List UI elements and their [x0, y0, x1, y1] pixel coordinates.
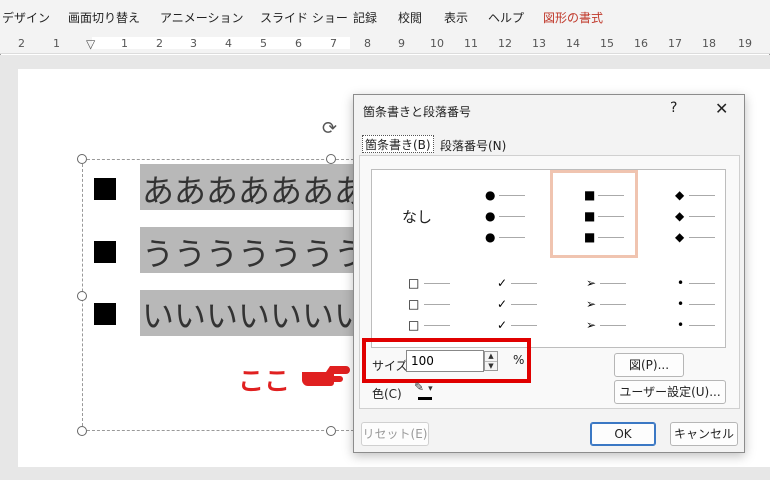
- help-button[interactable]: ?: [670, 100, 677, 116]
- menu-slideshow[interactable]: スライド ショー: [260, 9, 348, 26]
- bullet-option-square[interactable]: ■ ■ ■: [550, 170, 638, 258]
- bullet-option-hollow-square[interactable]: □ □ □: [372, 260, 460, 348]
- square-bullet-icon: ■: [584, 209, 596, 223]
- diamond-bullet-icon: ◆: [675, 230, 685, 244]
- resize-handle[interactable]: [77, 154, 87, 164]
- ruler-number: 15: [600, 37, 614, 50]
- small-dot-bullet-icon: •: [677, 297, 685, 311]
- square-bullet-icon: [94, 241, 116, 263]
- ruler-number: 10: [430, 37, 444, 50]
- menu-record[interactable]: 記録: [353, 9, 377, 26]
- menu-transitions[interactable]: 画面切り替え: [68, 9, 140, 26]
- indent-marker-icon[interactable]: ▽: [86, 37, 95, 51]
- arrow-bullet-icon: ➢: [586, 276, 597, 290]
- bullet-option-circle[interactable]: ● ● ●: [461, 170, 549, 258]
- hollow-square-bullet-icon: □: [408, 276, 420, 290]
- cancel-button[interactable]: キャンセル: [670, 422, 738, 446]
- ruler-text-area: [92, 37, 350, 49]
- bullet-option-checkmark[interactable]: ✓ ✓ ✓: [461, 260, 549, 348]
- color-swatch: [418, 397, 432, 400]
- menu-design[interactable]: デザイン: [2, 9, 50, 26]
- ruler-number: 11: [464, 37, 478, 50]
- tab-numbering[interactable]: 段落番号(N): [440, 137, 506, 154]
- slide-text-line[interactable]: いいいいいいい: [142, 291, 354, 337]
- ruler-number: 19: [738, 37, 752, 50]
- small-dot-bullet-icon: •: [677, 276, 685, 290]
- ruler-number: 2: [18, 37, 25, 50]
- menu-help[interactable]: ヘルプ: [488, 9, 524, 26]
- square-bullet-icon: ■: [584, 230, 596, 244]
- ruler-number: 13: [532, 37, 546, 50]
- custom-button[interactable]: ユーザー設定(U)...: [614, 380, 726, 404]
- horizontal-ruler: 2 1 ▽ 1 2 3 4 5 6 7 8 9 10 11 12 13 14 1…: [0, 32, 770, 54]
- menu-animations[interactable]: アニメーション: [160, 9, 244, 26]
- ruler-number: 4: [225, 37, 232, 50]
- diamond-bullet-icon: ◆: [675, 188, 685, 202]
- close-icon[interactable]: ✕: [715, 99, 728, 118]
- tab-bullets[interactable]: 箇条書き(B): [362, 135, 434, 153]
- circle-bullet-icon: ●: [485, 230, 496, 244]
- ruler-number: 14: [566, 37, 580, 50]
- highlight-box: [362, 338, 531, 383]
- hollow-square-bullet-icon: □: [408, 297, 420, 311]
- ruler-number: 9: [398, 37, 405, 50]
- slide-text-line[interactable]: あああああああ: [142, 166, 354, 212]
- resize-handle[interactable]: [326, 154, 336, 164]
- chevron-down-icon: ▾: [428, 384, 433, 394]
- menu-shape-format[interactable]: 図形の書式: [543, 9, 603, 26]
- checkmark-bullet-icon: ✓: [497, 297, 508, 311]
- ribbon-menu-bar: デザイン 画面切り替え アニメーション スライド ショー 記録 校閲 表示 ヘル…: [0, 0, 770, 32]
- ruler-number: 7: [330, 37, 337, 50]
- annotation-label: ここ: [238, 367, 291, 397]
- dialog-title: 箇条書きと段落番号: [363, 105, 472, 119]
- pointing-hand-icon: [302, 366, 350, 386]
- menu-review[interactable]: 校閲: [398, 9, 422, 26]
- paint-bucket-icon: ✎: [414, 380, 425, 394]
- checkmark-bullet-icon: ✓: [497, 318, 508, 332]
- color-label: 色(C): [372, 387, 402, 401]
- none-label: なし: [402, 208, 433, 226]
- resize-handle[interactable]: [326, 426, 336, 436]
- bullet-option-diamond[interactable]: ◆ ◆ ◆: [639, 170, 727, 258]
- small-dot-bullet-icon: •: [677, 318, 685, 332]
- slide-text-line[interactable]: うううううううう: [142, 229, 354, 275]
- checkmark-bullet-icon: ✓: [497, 276, 508, 290]
- bullet-style-grid: なし ● ● ● ■ ■ ■ ◆ ◆ ◆ □ □ □ ✓ ✓ ✓ ➢ ➢ ➢ •…: [371, 169, 726, 348]
- diamond-bullet-icon: ◆: [675, 209, 685, 223]
- resize-handle[interactable]: [77, 291, 87, 301]
- bullet-option-arrow[interactable]: ➢ ➢ ➢: [550, 260, 638, 348]
- bullet-option-none[interactable]: なし: [372, 170, 460, 258]
- ruler-number: 16: [634, 37, 648, 50]
- resize-handle[interactable]: [77, 426, 87, 436]
- ruler-number: 18: [702, 37, 716, 50]
- square-bullet-icon: ■: [584, 188, 596, 202]
- ruler-number: 17: [668, 37, 682, 50]
- arrow-bullet-icon: ➢: [586, 318, 597, 332]
- rotate-handle-icon[interactable]: ⟳: [322, 118, 337, 139]
- reset-button[interactable]: リセット(E): [361, 422, 429, 446]
- ruler-number: 6: [295, 37, 302, 50]
- menu-view[interactable]: 表示: [444, 9, 468, 26]
- hollow-square-bullet-icon: □: [408, 318, 420, 332]
- bullet-option-small-dot[interactable]: • • •: [639, 260, 727, 348]
- ruler-number: 3: [190, 37, 197, 50]
- bullets-numbering-dialog: 箇条書きと段落番号 ? ✕ 箇条書き(B) 段落番号(N) なし ● ● ● ■…: [353, 94, 745, 453]
- picture-button[interactable]: 図(P)...: [614, 353, 684, 377]
- ruler-number: 1: [53, 37, 60, 50]
- arrow-bullet-icon: ➢: [586, 297, 597, 311]
- square-bullet-icon: [94, 303, 116, 325]
- ruler-number: 2: [156, 37, 163, 50]
- ruler-number: 1: [121, 37, 128, 50]
- ok-button[interactable]: OK: [590, 422, 656, 446]
- circle-bullet-icon: ●: [485, 209, 496, 223]
- square-bullet-icon: [94, 178, 116, 200]
- ruler-number: 8: [364, 37, 371, 50]
- circle-bullet-icon: ●: [485, 188, 496, 202]
- ruler-number: 12: [498, 37, 512, 50]
- ruler-number: 5: [260, 37, 267, 50]
